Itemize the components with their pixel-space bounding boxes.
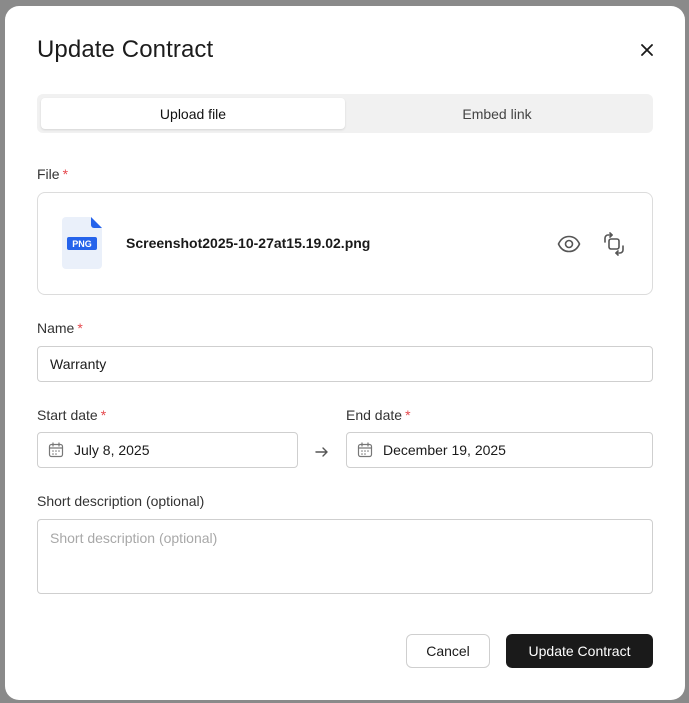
file-card: PNG Screenshot2025-10-27at15.19.02.png xyxy=(37,192,653,295)
description-label: Short description (optional) xyxy=(37,493,205,509)
source-tabs: Upload file Embed link xyxy=(37,94,653,133)
tab-upload-file[interactable]: Upload file xyxy=(41,98,345,129)
file-badge: PNG xyxy=(72,239,92,249)
name-input-value: Warranty xyxy=(50,356,107,372)
name-input[interactable]: Warranty xyxy=(37,346,653,382)
arrow-right-icon xyxy=(314,445,330,464)
eye-icon[interactable] xyxy=(556,231,582,257)
start-date-input[interactable]: July 8, 2025 xyxy=(37,432,298,468)
replace-icon[interactable] xyxy=(601,231,627,257)
calendar-icon xyxy=(48,442,64,461)
cancel-button[interactable]: Cancel xyxy=(406,634,490,668)
update-contract-modal: Update Contract Upload file Embed link F… xyxy=(5,6,685,700)
end-date-input[interactable]: December 19, 2025 xyxy=(346,432,653,468)
modal-title: Update Contract xyxy=(37,36,214,63)
close-icon[interactable] xyxy=(637,40,657,60)
start-date-label: Start date * xyxy=(37,407,107,423)
calendar-icon xyxy=(357,442,373,461)
description-textarea[interactable]: Short description (optional) xyxy=(37,519,653,594)
name-label: Name * xyxy=(37,320,83,336)
file-label: File * xyxy=(37,166,69,182)
end-date-label: End date * xyxy=(346,407,411,423)
file-name: Screenshot2025-10-27at15.19.02.png xyxy=(126,235,371,251)
update-contract-button[interactable]: Update Contract xyxy=(506,634,653,668)
png-file-icon: PNG xyxy=(62,217,102,274)
tab-embed-link[interactable]: Embed link xyxy=(345,98,649,129)
